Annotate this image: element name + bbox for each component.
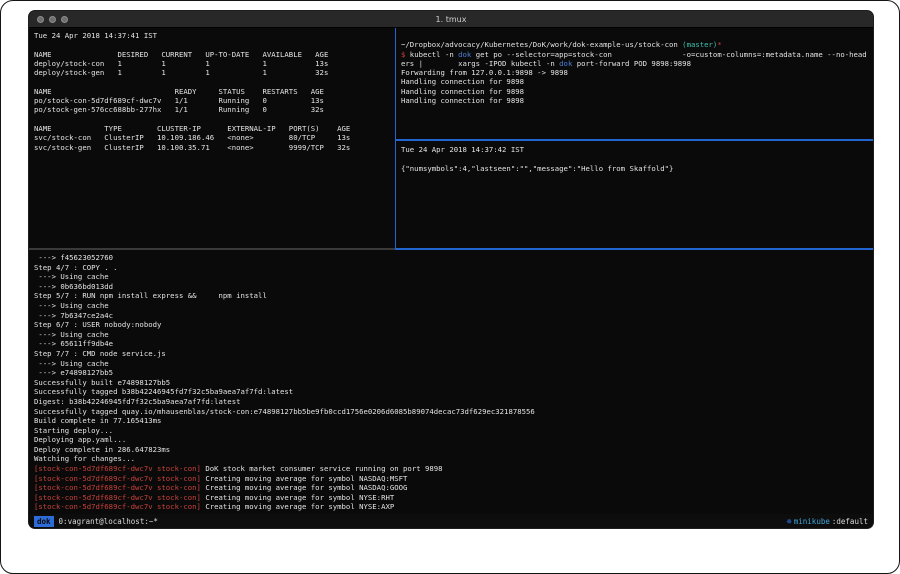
kube-context-label: minikube [794,517,830,526]
terminal-line: Starting deploy... [34,426,873,436]
terminal-line: Successfully built e74898127bb5 [34,378,873,388]
terminal-line [401,31,873,40]
terminal-line: Step 6/7 : USER nobody:nobody [34,320,873,330]
terminal-line: ---> f45623052760 [34,253,873,263]
terminal-window: 1. tmux Tue 24 Apr 2018 14:37:41 IST NAM… [29,11,873,528]
terminal-line: ---> Using cache [34,301,873,311]
terminal-line: {"numsymbols":4,"lastseen":"","message":… [401,164,873,173]
screenshot-frame: 1. tmux Tue 24 Apr 2018 14:37:41 IST NAM… [0,0,900,574]
session-name-badge: dok [34,516,54,527]
pane-port-forward[interactable]: ~/Dropbox/advocacy/Kubernetes/DoK/work/d… [397,28,873,139]
terminal-line: Step 5/7 : RUN npm install express && np… [34,291,873,301]
pane-border-right-middle[interactable] [395,139,873,141]
terminal-line: svc/stock-con ClusterIP 10.109.186.46 <n… [34,133,395,142]
terminal-line: Watching for changes... [34,454,873,464]
terminal-line: Step 4/7 : COPY . . [34,263,873,273]
kubernetes-helm-icon: ☸ [787,517,792,526]
status-right-section: ☸ minikube :default [787,517,868,526]
terminal-line [34,40,395,49]
terminal-line: Tue 24 Apr 2018 14:37:42 IST [401,145,873,154]
terminal-line: Forwarding from 127.0.0.1:9898 -> 9898 [401,68,873,77]
terminal-line [34,77,395,86]
terminal-line: [stock-con-5d7df689cf-dwc7v stock-con] C… [34,474,873,484]
terminal-line: Deploying app.yaml... [34,435,873,445]
terminal-line: Digest: b38b42246945fd7f32c5ba9aea7af7fd… [34,397,873,407]
tmux-status-bar: dok 0:vagrant@localhost:~* ☸ minikube :d… [29,514,873,528]
terminal-line [34,115,395,124]
pane-service-output[interactable]: Tue 24 Apr 2018 14:37:42 IST {"numsymbol… [397,141,873,248]
terminal-line: Handling connection for 9898 [401,77,873,86]
terminal-line: [stock-con-5d7df689cf-dwc7v stock-con] C… [34,493,873,503]
terminal-line: Tue 24 Apr 2018 14:37:41 IST [34,31,395,40]
terminal-line: ---> Using cache [34,330,873,340]
terminal-line: [stock-con-5d7df689cf-dwc7v stock-con] D… [34,464,873,474]
terminal-line: NAME DESIRED CURRENT UP-TO-DATE AVAILABL… [34,50,395,59]
terminal-line: NAME TYPE CLUSTER-IP EXTERNAL-IP PORT(S)… [34,124,395,133]
terminal-line: Step 7/7 : CMD node service.js [34,349,873,359]
terminal-line: Handling connection for 9898 [401,96,873,105]
terminal-line: ---> 7b6347ce2a4c [34,311,873,321]
terminal-line: $ kubectl -n dok get po --selector=app=s… [401,50,873,59]
terminal-line: Build complete in 77.165413ms [34,416,873,426]
terminal-line: po/stock-con-5d7df689cf-dwc7v 1/1 Runnin… [34,96,395,105]
active-window-label[interactable]: 0:vagrant@localhost:~* [59,517,158,526]
terminal-line: [stock-con-5d7df689cf-dwc7v stock-con] C… [34,483,873,493]
terminal-line: Successfully tagged b38b42246945fd7f32c5… [34,387,873,397]
pane-kubectl-watch[interactable]: Tue 24 Apr 2018 14:37:41 IST NAME DESIRE… [29,28,395,248]
pane-border-bottom-right[interactable] [395,248,873,250]
terminal-line: ---> e74898127bb5 [34,368,873,378]
window-title-bar: 1. tmux [29,11,873,28]
terminal-line: Deploy complete in 286.647823ms [34,445,873,455]
terminal-line: svc/stock-gen ClusterIP 10.100.35.71 <no… [34,143,395,152]
terminal-line [401,154,873,163]
terminal-line: ---> 0b636bd013dd [34,282,873,292]
terminal-line: deploy/stock-con 1 1 1 1 13s [34,59,395,68]
terminal-line: Successfully tagged quay.io/mhausenblas/… [34,407,873,417]
terminal-line: ~/Dropbox/advocacy/Kubernetes/DoK/work/d… [401,40,873,49]
pane-skaffold-log[interactable]: ---> f45623052760Step 4/7 : COPY . . ---… [29,250,873,514]
tmux-pane-area: Tue 24 Apr 2018 14:37:41 IST NAME DESIRE… [29,28,873,514]
terminal-line: [stock-con-5d7df689cf-dwc7v stock-con] C… [34,502,873,512]
terminal-line: ---> 65611ff9db4e [34,339,873,349]
window-title: 1. tmux [29,11,873,28]
terminal-line: po/stock-gen-576cc688bb-277hx 1/1 Runnin… [34,105,395,114]
pane-border-bottom-left[interactable] [29,248,395,250]
kube-namespace-label: :default [832,517,868,526]
terminal-line: NAME READY STATUS RESTARTS AGE [34,87,395,96]
terminal-line: ers | xargs -IPOD kubectl -n dok port-fo… [401,59,873,68]
terminal-line: Handling connection for 9898 [401,87,873,96]
terminal-line: deploy/stock-gen 1 1 1 1 32s [34,68,395,77]
terminal-line: ---> Using cache [34,359,873,369]
terminal-line: ---> Using cache [34,272,873,282]
